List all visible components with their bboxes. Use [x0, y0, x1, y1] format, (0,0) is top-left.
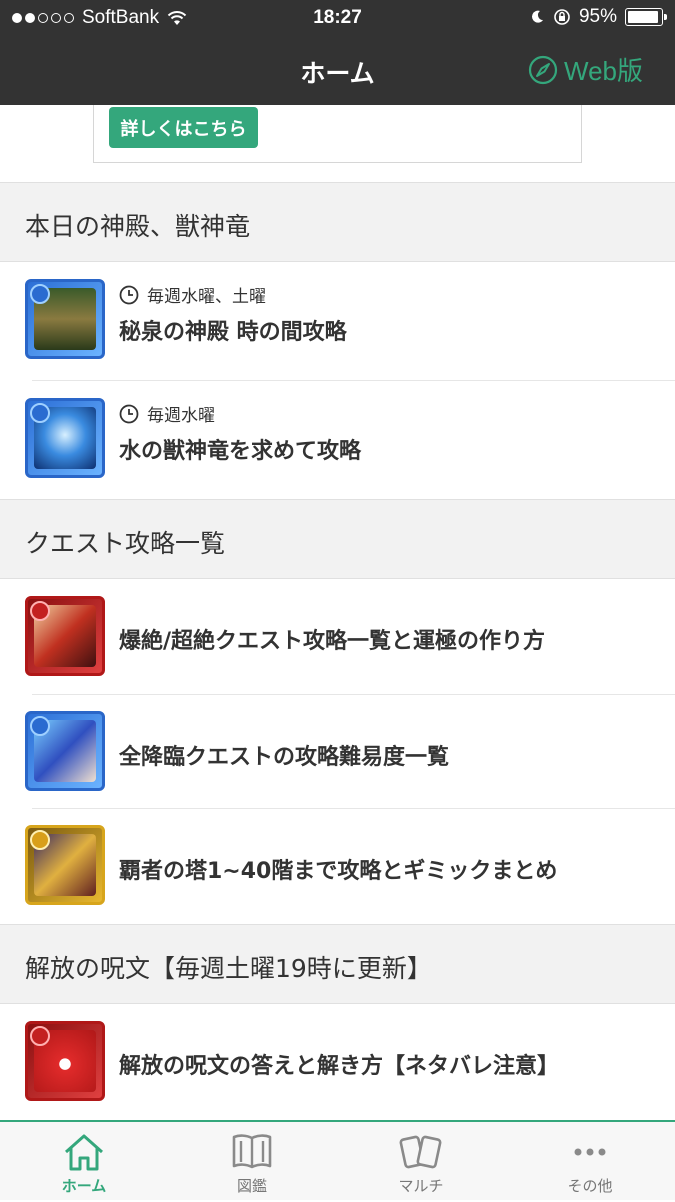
item-label: 水の獣神竜を求めて攻略 [119, 439, 362, 464]
battery-percent: 95% [578, 6, 617, 27]
battery-icon [625, 8, 667, 26]
tab-encyclopedia[interactable]: 図鑑 [168, 1122, 336, 1202]
section-header-temple: 本日の神殿、獣神竜 [0, 182, 675, 262]
tab-home[interactable]: ホーム [0, 1122, 168, 1202]
web-version-label: Web版 [564, 56, 643, 86]
clock-icon [119, 404, 139, 423]
main-content[interactable]: 詳しくはこちら 本日の神殿、獣神竜 毎週水曜、土曜 秘泉の神殿 時の間攻略 毎週… [0, 105, 675, 1120]
schedule-text: 毎週水曜、土曜 [147, 287, 266, 307]
home-icon [65, 1134, 103, 1171]
section-header-quest: クエスト攻略一覧 [0, 499, 675, 579]
tab-label: ホーム [61, 1177, 107, 1195]
tab-other[interactable]: その他 [506, 1122, 674, 1202]
temple-icon [25, 279, 105, 359]
clock-icon [119, 285, 139, 304]
water-character-icon [25, 711, 105, 791]
web-version-button[interactable]: Web版 [528, 51, 643, 88]
tab-label: その他 [567, 1177, 613, 1195]
moon-icon [531, 10, 543, 23]
item-label: 解放の呪文の答えと解き方【ネタバレ注意】 [119, 1054, 560, 1079]
book-icon [232, 1134, 272, 1169]
section-title: 本日の神殿、獣神竜 [25, 212, 251, 241]
section-title: 解放の呪文【毎週土曜19時に更新】 [25, 954, 432, 983]
compass-icon [528, 55, 558, 84]
schedule: 毎週水曜、土曜 [119, 282, 266, 307]
list-item[interactable]: 爆絶/超絶クエスト攻略一覧と運極の作り方 [0, 579, 675, 694]
more-icon [574, 1148, 606, 1156]
list-item[interactable]: 覇者の塔1~40階まで攻略とギミックまとめ [0, 809, 675, 924]
tab-label: マルチ [398, 1177, 444, 1195]
list-item[interactable]: 毎週水曜、土曜 秘泉の神殿 時の間攻略 [0, 262, 675, 377]
water-dragon-icon [25, 398, 105, 478]
section-title: クエスト攻略一覧 [25, 529, 226, 558]
rotation-lock-icon [554, 9, 570, 25]
cards-icon [399, 1135, 442, 1169]
light-character-icon [25, 825, 105, 905]
list-item[interactable]: 全降臨クエストの攻略難易度一覧 [0, 695, 675, 810]
fire-monster-icon [25, 596, 105, 676]
red-mascot-icon [25, 1021, 105, 1101]
item-label: 全降臨クエストの攻略難易度一覧 [119, 745, 450, 770]
list-item[interactable]: 解放の呪文の答えと解き方【ネタバレ注意】 [0, 1004, 675, 1119]
section-header-spell: 解放の呪文【毎週土曜19時に更新】 [0, 924, 675, 1004]
status-bar: SoftBank 18:27 95% [0, 0, 675, 36]
details-button[interactable]: 詳しくはこちら [109, 107, 258, 148]
item-label: 秘泉の神殿 時の間攻略 [119, 320, 347, 345]
nav-bar: ホーム Web版 [0, 36, 675, 105]
tab-label: 図鑑 [236, 1177, 267, 1195]
schedule-text: 毎週水曜 [147, 406, 215, 426]
tab-multi[interactable]: マルチ [337, 1122, 505, 1202]
item-label: 覇者の塔1~40階まで攻略とギミックまとめ [119, 859, 558, 884]
list-item[interactable]: 毎週水曜 水の獣神竜を求めて攻略 [0, 381, 675, 496]
schedule: 毎週水曜 [119, 401, 215, 426]
tab-bar: ホーム 図鑑 マルチ その他 [0, 1120, 675, 1200]
item-label: 爆絶/超絶クエスト攻略一覧と運極の作り方 [119, 629, 546, 654]
